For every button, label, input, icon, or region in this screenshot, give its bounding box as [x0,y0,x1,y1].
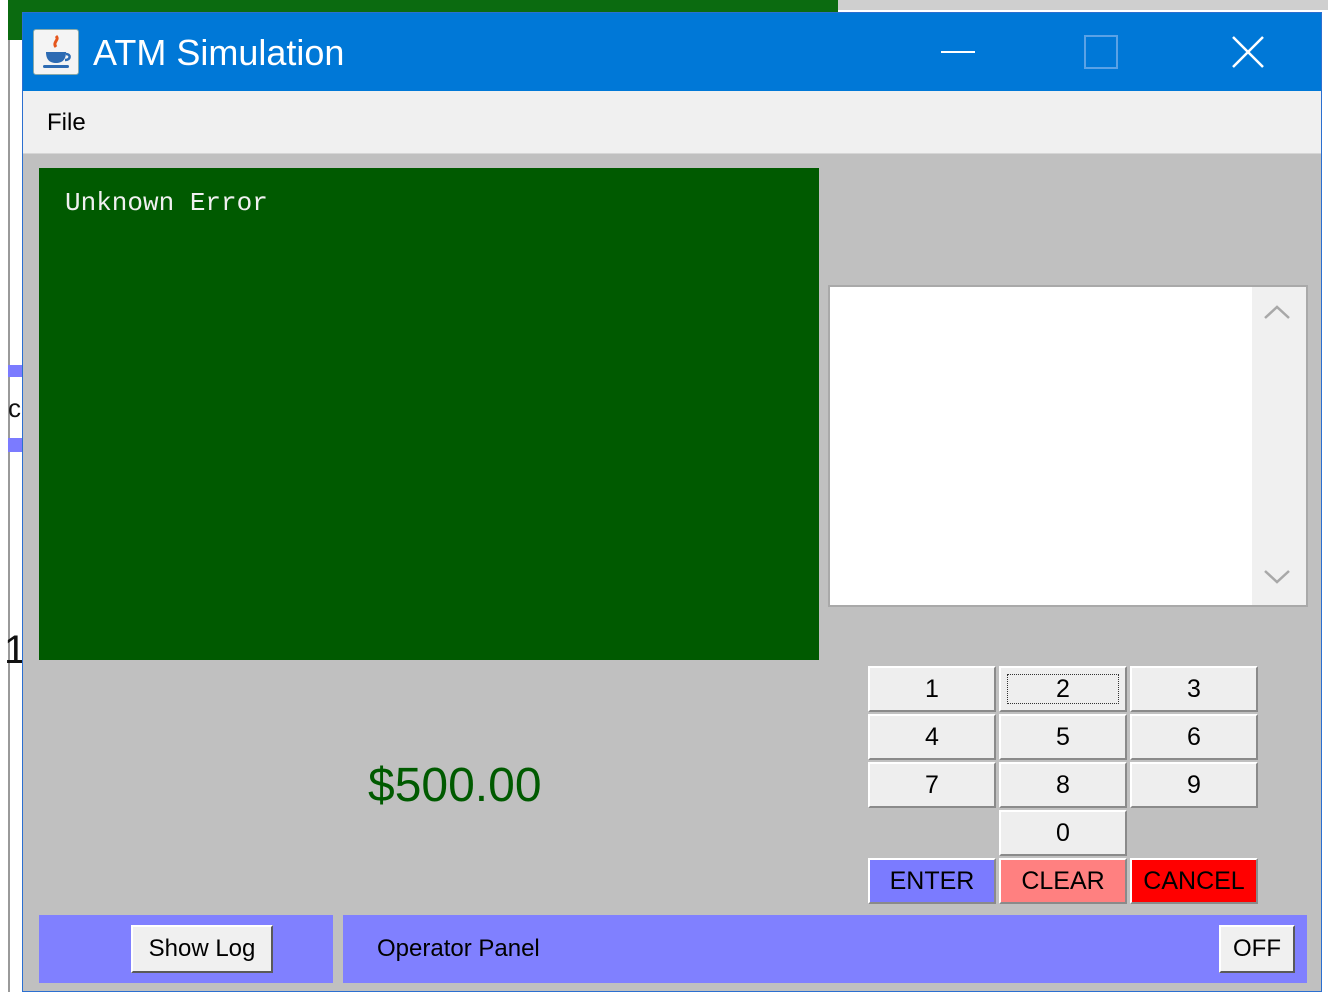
cash-dispenser-amount: $500.00 [368,759,542,812]
key-2[interactable]: 2 [999,666,1127,712]
atm-display-screen: Unknown Error [39,168,819,660]
minimize-icon[interactable] [908,13,1008,91]
background-fragment [8,438,22,452]
log-panel: Show Log [39,915,333,983]
vertical-scrollbar[interactable] [1252,287,1306,605]
show-log-button[interactable]: Show Log [131,925,273,973]
operator-panel-label: Operator Panel [377,935,540,962]
chevron-up-icon[interactable] [1262,303,1292,326]
background-window-strip-gray [838,0,1328,10]
java-cup-icon[interactable] [33,29,79,75]
receipt-printer-area[interactable] [828,285,1308,607]
maximize-icon[interactable] [1051,13,1151,91]
key-1[interactable]: 1 [868,666,996,712]
key-0[interactable]: 0 [999,810,1127,856]
cancel-button[interactable]: CANCEL [1130,858,1258,904]
off-button[interactable]: OFF [1219,925,1295,973]
key-7[interactable]: 7 [868,762,996,808]
menu-file[interactable]: File [45,105,88,141]
focus-ring [1007,674,1119,704]
menu-bar: File [23,91,1321,154]
keypad: 1 2 3 4 5 6 7 8 9 0 ENTER CLEAR CANCEL [868,666,1263,906]
key-4[interactable]: 4 [868,714,996,760]
close-icon[interactable] [1198,13,1298,91]
background-text-fragment: c [8,393,21,423]
display-message: Unknown Error [65,188,268,218]
atm-window: ATM Simulation File Unknown Error $500.0… [22,12,1322,992]
background-fragment [8,365,22,377]
operator-panel: Operator Panel OFF [343,915,1307,983]
key-9[interactable]: 9 [1130,762,1258,808]
key-6[interactable]: 6 [1130,714,1258,760]
key-8[interactable]: 8 [999,762,1127,808]
title-bar[interactable]: ATM Simulation [23,13,1321,91]
enter-button[interactable]: ENTER [868,858,996,904]
window-title: ATM Simulation [93,32,345,73]
key-3[interactable]: 3 [1130,666,1258,712]
clear-button[interactable]: CLEAR [999,858,1127,904]
chevron-down-icon[interactable] [1262,568,1292,591]
key-5[interactable]: 5 [999,714,1127,760]
